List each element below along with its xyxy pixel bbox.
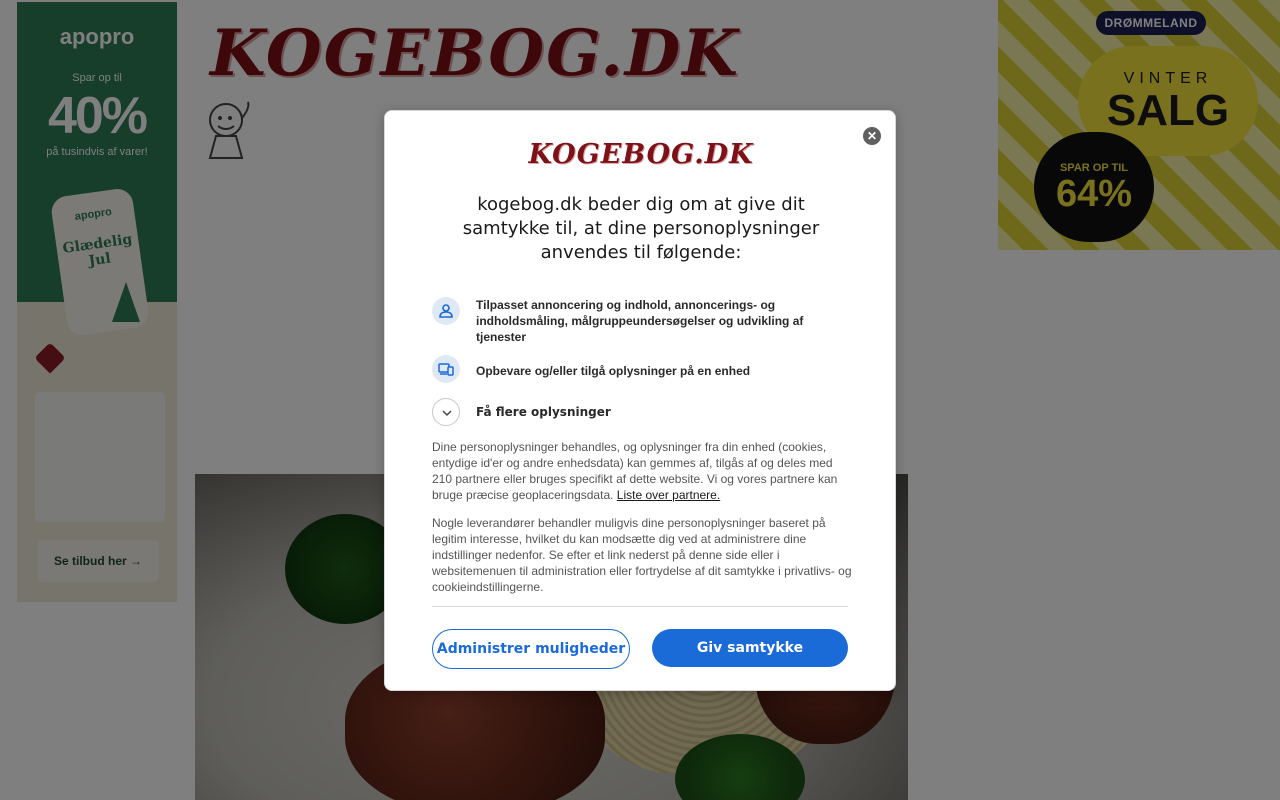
- page: apopro Spar op til 40% på tusindvis af v…: [0, 0, 1280, 800]
- manage-options-button[interactable]: Administrer muligheder: [432, 629, 630, 669]
- partners-list-link[interactable]: Liste over partnere.: [617, 488, 720, 502]
- dialog-logo: KOGEBOG.DK: [528, 139, 754, 170]
- purpose-item-personalised-ads: Tilpasset annoncering og indhold, annonc…: [432, 297, 852, 345]
- dialog-title: kogebog.dk beder dig om at give dit samt…: [462, 194, 820, 263]
- purpose-label: Tilpasset annoncering og indhold, annonc…: [476, 298, 804, 344]
- chevron-down-icon: [432, 398, 460, 426]
- divider: [432, 606, 848, 607]
- give-consent-button[interactable]: Giv samtykke: [652, 629, 848, 667]
- person-icon: [432, 297, 460, 325]
- consent-paragraph-legitimate-interest: Nogle leverandører behandler muligvis di…: [432, 516, 852, 594]
- purpose-item-device-storage: Opbevare og/eller tilgå oplysninger på e…: [432, 355, 852, 383]
- more-info-label: Få flere oplysninger: [476, 405, 611, 419]
- purpose-label: Opbevare og/eller tilgå oplysninger på e…: [476, 364, 751, 378]
- more-info-toggle[interactable]: Få flere oplysninger: [432, 398, 852, 426]
- devices-icon: [432, 355, 460, 383]
- consent-dialog: ✕ KOGEBOG.DK kogebog.dk beder dig om at …: [384, 110, 896, 691]
- consent-paragraph-data-use: Dine personoplysninger behandles, og opl…: [432, 439, 852, 503]
